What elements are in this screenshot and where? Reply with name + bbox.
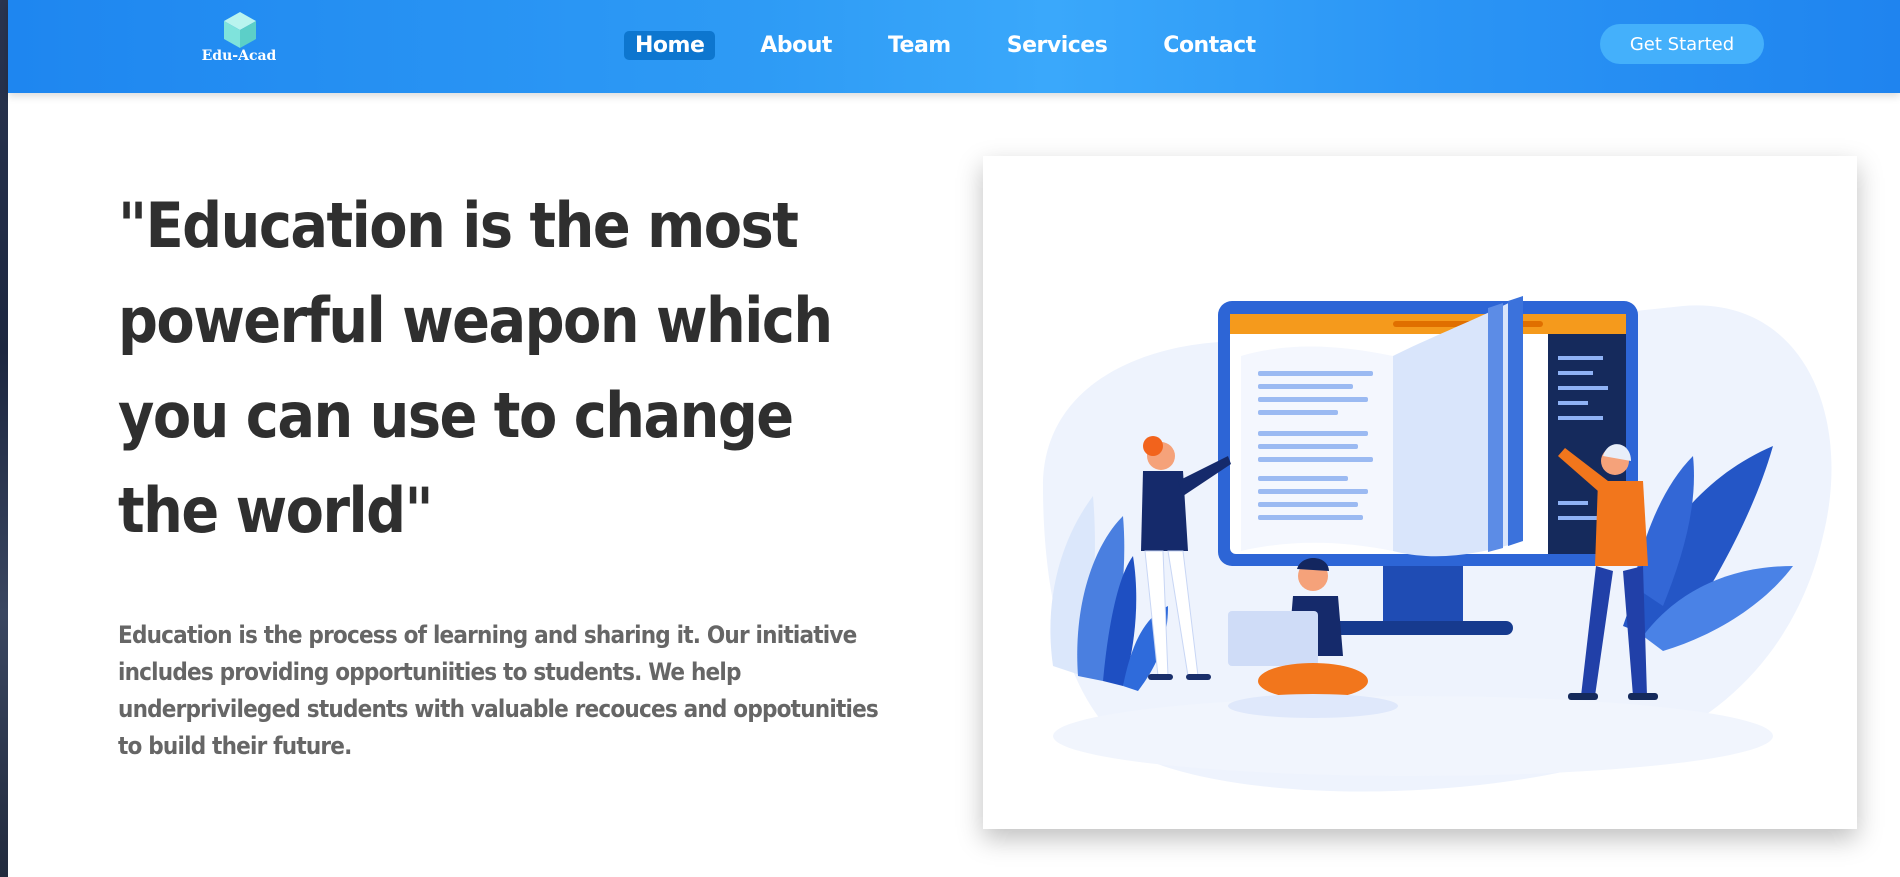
main-nav: Home About Team Services Contact (624, 28, 1301, 62)
nav-contact[interactable]: Contact (1152, 31, 1266, 60)
cube-icon (224, 12, 256, 48)
window-edge (0, 0, 8, 877)
education-illustration (1043, 296, 1832, 792)
hero-description: Education is the process of learning and… (118, 621, 879, 760)
get-started-button[interactable]: Get Started (1600, 24, 1764, 64)
nav-home[interactable]: Home (624, 30, 716, 60)
top-navbar: Edu-Acad Home About Team Services Contac… (8, 0, 1900, 93)
nav-about[interactable]: About (749, 31, 843, 60)
hero-image-card (983, 156, 1857, 829)
brand-name: Edu-Acad (201, 48, 277, 64)
brand-logo[interactable]: Edu-Acad (194, 10, 284, 70)
nav-team[interactable]: Team (877, 31, 962, 60)
nav-services[interactable]: Services (996, 31, 1119, 60)
hero-quote: "Education is the most powerful weapon w… (118, 189, 833, 547)
